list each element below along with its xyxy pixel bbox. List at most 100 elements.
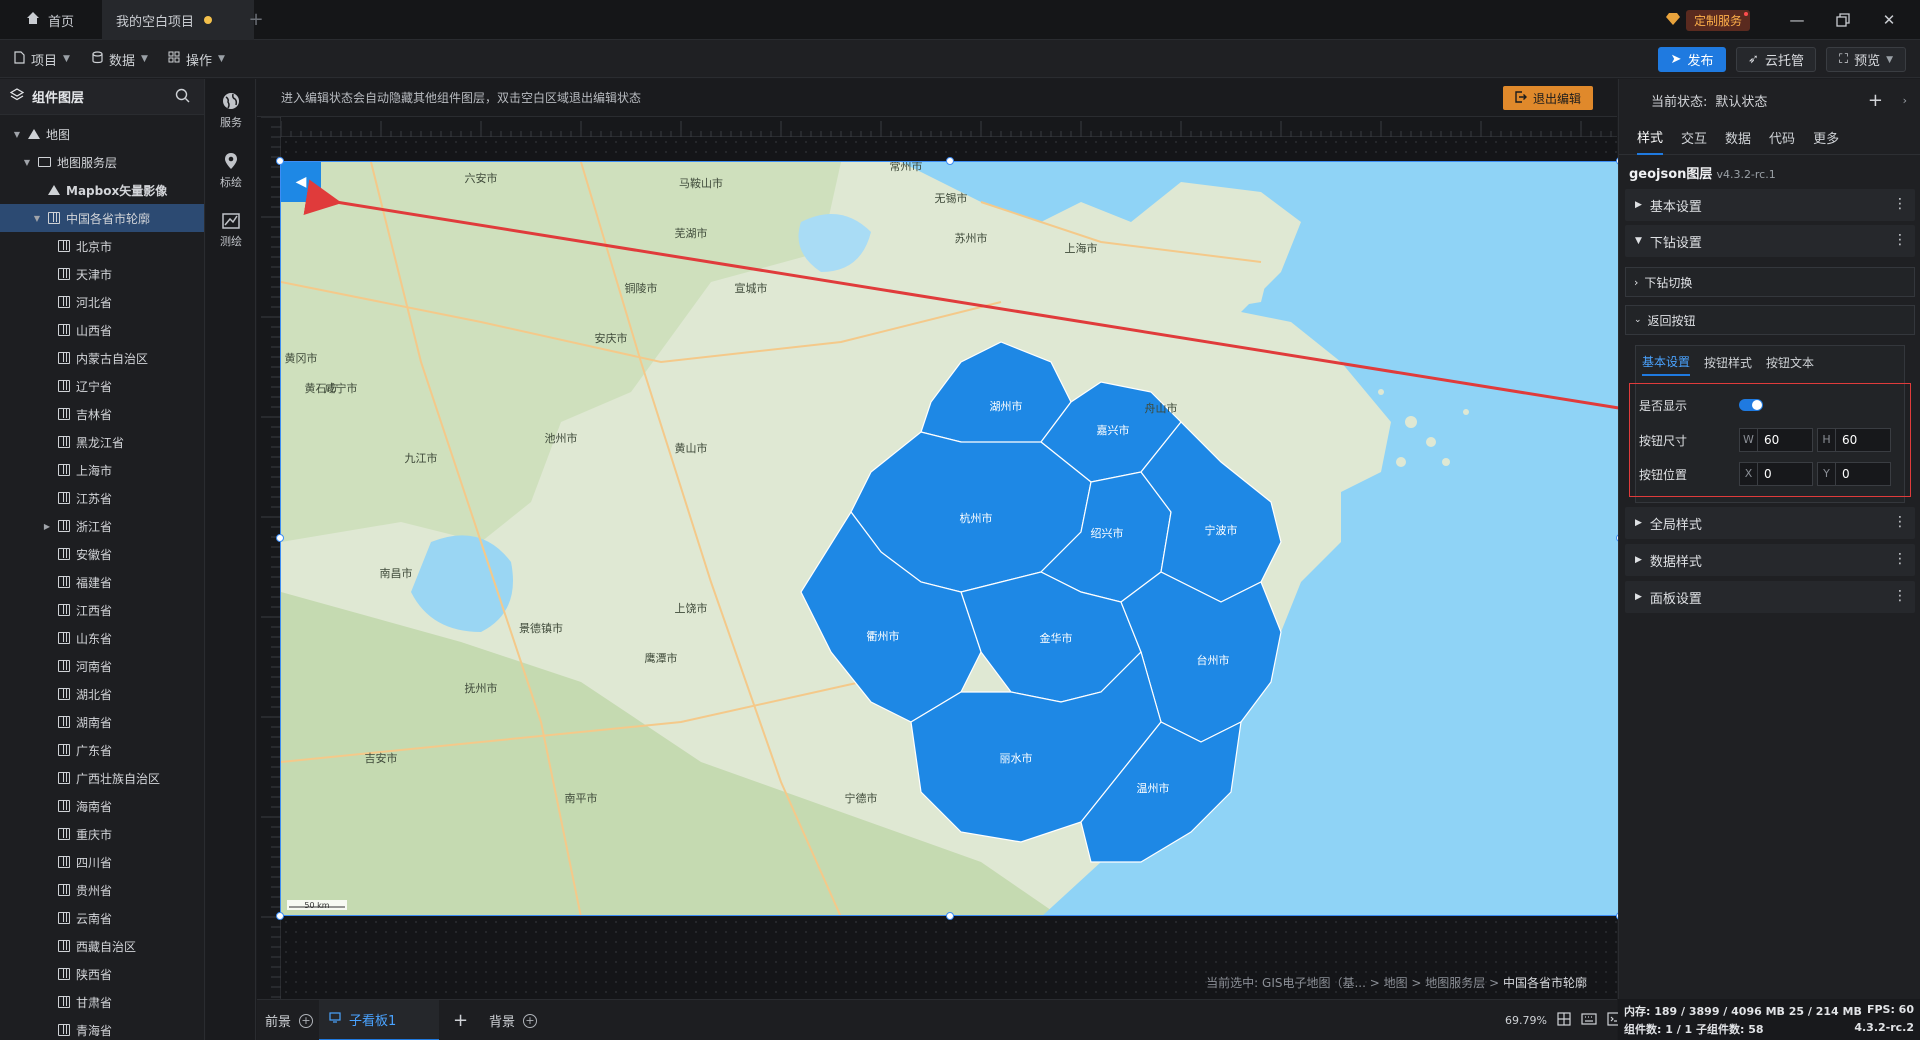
back-button[interactable]: ◀ xyxy=(281,162,321,202)
chevron-down-icon[interactable]: ▼ xyxy=(12,130,22,139)
add-background-icon[interactable]: + xyxy=(523,1013,538,1028)
layer-item[interactable]: ▼ 地图 xyxy=(0,120,204,148)
layer-item[interactable]: 黑龙江省 xyxy=(0,428,204,456)
tab-data[interactable]: 数据 xyxy=(1725,121,1751,155)
add-tab-button[interactable]: + xyxy=(244,8,268,32)
minimize-button[interactable]: — xyxy=(1774,0,1820,40)
x-input[interactable]: X0 xyxy=(1739,462,1813,486)
layer-item[interactable]: 广西壮族自治区 xyxy=(0,764,204,792)
chevron-right-icon[interactable]: › xyxy=(1903,94,1907,107)
layer-item[interactable]: 湖北省 xyxy=(0,680,204,708)
tab-interaction[interactable]: 交互 xyxy=(1681,121,1707,155)
ruler-horizontal[interactable] xyxy=(280,117,1617,137)
sub-tab-button-style[interactable]: 按钮样式 xyxy=(1704,350,1752,376)
tab-style[interactable]: 样式 xyxy=(1637,121,1664,155)
y-input[interactable]: Y0 xyxy=(1817,462,1891,486)
keyboard-icon[interactable] xyxy=(1581,1013,1597,1028)
layer-item[interactable]: ▼ 中国各省市轮廓 xyxy=(0,204,204,232)
section-basic[interactable]: ▶ 基本设置 ⋮ xyxy=(1625,189,1915,221)
menu-operation[interactable]: 操作 ▼ xyxy=(168,40,225,78)
more-icon[interactable]: ⋮ xyxy=(1893,552,1907,566)
section-panel-setting[interactable]: ▶ 面板设置 ⋮ xyxy=(1625,581,1915,613)
menu-project[interactable]: 项目 ▼ xyxy=(14,40,70,78)
menu-data[interactable]: 数据 ▼ xyxy=(92,40,148,78)
subsection-back-button[interactable]: ⌄ 返回按钮 xyxy=(1625,305,1915,335)
chevron-right-icon[interactable]: ▶ xyxy=(42,522,52,531)
fit-screen-icon[interactable] xyxy=(1557,1012,1571,1029)
more-icon[interactable]: ⋮ xyxy=(1893,589,1907,603)
layer-item[interactable]: 福建省 xyxy=(0,568,204,596)
layer-item[interactable]: 河北省 xyxy=(0,288,204,316)
layer-item[interactable]: 山西省 xyxy=(0,316,204,344)
add-board-button[interactable]: + xyxy=(453,1000,468,1040)
cloud-host-button[interactable]: ➶ 云托管 xyxy=(1736,47,1816,72)
zoom-level[interactable]: 69.79% xyxy=(1505,1014,1547,1027)
layer-item[interactable]: 广东省 xyxy=(0,736,204,764)
tab-project[interactable]: 我的空白项目 xyxy=(102,0,254,40)
state-value[interactable]: 默认状态 xyxy=(1715,91,1767,110)
map-component[interactable]: 湖州市 嘉兴市 杭州市 绍兴市 宁波市 金华市 衢州市 台州市 丽水市 温州市 六安市 马鞍山市 常州… xyxy=(280,161,1620,916)
section-drill[interactable]: ▼ 下钻设置 ⋮ xyxy=(1625,225,1915,257)
tab-home[interactable]: 首页 xyxy=(12,0,102,40)
tool-service[interactable]: 服务 xyxy=(206,83,256,139)
tab-background[interactable]: 背景 + xyxy=(489,1000,538,1040)
add-state-button[interactable]: + xyxy=(1868,90,1883,111)
layer-item[interactable]: 陕西省 xyxy=(0,960,204,988)
more-icon[interactable]: ⋮ xyxy=(1893,197,1907,211)
layer-item[interactable]: 北京市 xyxy=(0,232,204,260)
tab-more[interactable]: 更多 xyxy=(1813,121,1839,155)
layer-item[interactable]: 江苏省 xyxy=(0,484,204,512)
layer-item[interactable]: 江西省 xyxy=(0,596,204,624)
layer-item[interactable]: 山东省 xyxy=(0,624,204,652)
resize-handle-bc[interactable] xyxy=(946,912,954,920)
layer-item[interactable]: 辽宁省 xyxy=(0,372,204,400)
layer-item[interactable]: 重庆市 xyxy=(0,820,204,848)
visible-toggle[interactable] xyxy=(1739,399,1763,411)
layer-item[interactable]: 上海市 xyxy=(0,456,204,484)
tab-foreground[interactable]: 前景 + xyxy=(265,1000,314,1040)
close-button[interactable]: ✕ xyxy=(1866,0,1912,40)
resize-handle-ml[interactable] xyxy=(276,534,284,542)
layer-item[interactable]: 吉林省 xyxy=(0,400,204,428)
subsection-drill-switch[interactable]: › 下钻切换 xyxy=(1625,267,1915,297)
publish-button[interactable]: ➤ 发布 xyxy=(1658,47,1726,72)
layer-item[interactable]: 海南省 xyxy=(0,792,204,820)
tool-measure[interactable]: 测绘 xyxy=(206,203,256,259)
sub-tab-button-text[interactable]: 按钮文本 xyxy=(1766,350,1814,376)
layer-item[interactable]: 湖南省 xyxy=(0,708,204,736)
height-input[interactable]: H 60 xyxy=(1817,428,1891,452)
chevron-down-icon[interactable]: ▼ xyxy=(32,214,42,223)
custom-service[interactable]: 定制服务 xyxy=(1665,9,1750,31)
layer-item[interactable]: 青海省 xyxy=(0,1016,204,1040)
layer-item[interactable]: 西藏自治区 xyxy=(0,932,204,960)
layer-item[interactable]: 天津市 xyxy=(0,260,204,288)
search-icon[interactable] xyxy=(175,88,190,107)
section-global-style[interactable]: ▶ 全局样式 ⋮ xyxy=(1625,507,1915,539)
layer-item[interactable]: ▼ 地图服务层 xyxy=(0,148,204,176)
add-foreground-icon[interactable]: + xyxy=(299,1013,314,1028)
more-icon[interactable]: ⋮ xyxy=(1893,233,1907,247)
tool-plot[interactable]: 标绘 xyxy=(206,143,256,199)
tab-sub-board[interactable]: 子看板1 xyxy=(319,1000,439,1040)
section-data-style[interactable]: ▶ 数据样式 ⋮ xyxy=(1625,544,1915,576)
layer-item[interactable]: 四川省 xyxy=(0,848,204,876)
tab-code[interactable]: 代码 xyxy=(1769,121,1795,155)
layer-item[interactable]: 贵州省 xyxy=(0,876,204,904)
layer-item[interactable]: 河南省 xyxy=(0,652,204,680)
layer-item[interactable]: ▶ 浙江省 xyxy=(0,512,204,540)
sub-tab-basic[interactable]: 基本设置 xyxy=(1642,350,1691,376)
width-input[interactable]: W 60 xyxy=(1739,428,1813,452)
ruler-vertical[interactable] xyxy=(257,116,281,999)
layer-item[interactable]: 云南省 xyxy=(0,904,204,932)
resize-handle-tc[interactable] xyxy=(946,157,954,165)
chevron-down-icon[interactable]: ▼ xyxy=(22,158,32,167)
restore-button[interactable] xyxy=(1820,0,1866,40)
layer-item[interactable]: 甘肃省 xyxy=(0,988,204,1016)
exit-edit-button[interactable]: 退出编辑 xyxy=(1502,86,1593,110)
layer-item[interactable]: Mapbox矢量影像 xyxy=(0,176,204,204)
layer-item[interactable]: 安徽省 xyxy=(0,540,204,568)
preview-button[interactable]: ⛶ 预览 ▼ xyxy=(1826,47,1906,72)
resize-handle-bl[interactable] xyxy=(276,912,284,920)
layer-item[interactable]: 内蒙古自治区 xyxy=(0,344,204,372)
resize-handle-tl[interactable] xyxy=(276,157,284,165)
